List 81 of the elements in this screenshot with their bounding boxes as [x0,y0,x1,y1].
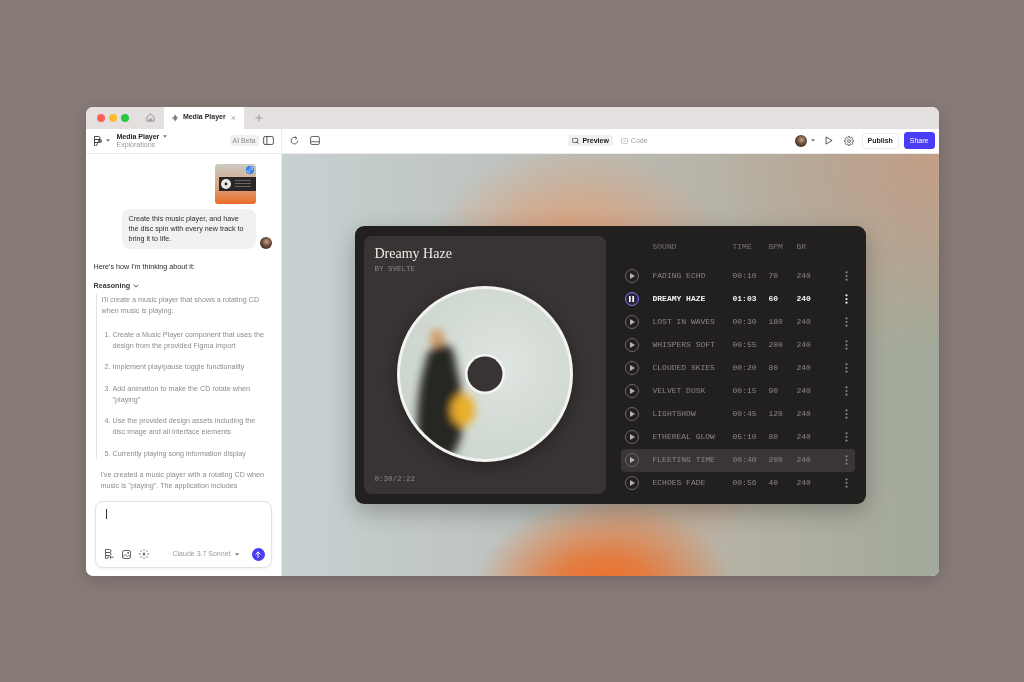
component-icon[interactable] [104,549,114,559]
track-title: FADING ECHO [652,270,707,282]
play-icon [629,480,635,486]
song-title: Dreamy Haze [374,246,453,261]
track-bitrate: 240 [796,431,812,443]
track-title: WHISPERS SOFT [652,339,716,351]
caret-icon[interactable] [163,135,168,138]
track-bitrate: 240 [796,454,812,466]
play-icon[interactable] [824,136,833,145]
track-bitrate: 240 [796,362,812,374]
track-bitrate: 240 [796,385,812,397]
logo-icon[interactable] [93,135,102,146]
track-bpm: 80 [768,362,780,374]
home-icon [146,113,155,122]
attachment-thumbnail-drawing[interactable] [214,163,256,204]
track-bpm: 60 [768,293,780,305]
column-header: BR [796,241,808,253]
track-duration: 00:40 [732,454,758,466]
track-duration: 00:56 [732,477,758,489]
track-title: LOST IN WAVES [652,316,716,328]
track-title: ECHOES FADE [652,477,707,489]
track-bitrate: 240 [796,339,812,351]
track-bpm: 80 [768,431,780,443]
arrow-up-icon [255,550,261,558]
track-bpm: 70 [768,270,780,282]
track-duration: 00:55 [732,339,758,351]
column-header: TIME [732,241,753,253]
image-icon[interactable] [121,549,131,559]
track-bpm: 200 [768,454,784,466]
track-duration: 05:10 [732,431,758,443]
play-icon [629,365,635,371]
refresh-icon[interactable] [289,136,299,145]
track-title: FLEETING TIME [652,454,716,466]
caret-icon[interactable] [810,139,815,142]
user-avatar [259,236,272,249]
track-bitrate: 240 [796,408,812,420]
track-bpm: 40 [768,477,780,489]
play-icon [629,319,635,325]
preview-icon [572,137,580,144]
caret-icon[interactable] [105,139,110,142]
column-header: SOUND [652,241,678,253]
play-icon [629,457,635,463]
track-bitrate: 240 [796,270,812,282]
link-badge-icon [245,165,254,174]
settings-icon[interactable] [843,135,854,146]
track-duration: 01:03 [732,293,758,305]
waveform-icon [171,113,178,122]
track-duration: 00:20 [732,362,758,374]
track-title: VELVET DUSK [652,385,707,397]
play-icon [629,342,635,348]
pause-button[interactable] [624,292,639,306]
sidebar-toggle-icon[interactable] [262,136,274,145]
track-title: ETHEREAL GLOW [652,431,716,443]
play-icon [629,388,635,394]
track-title: CLOUDED SKIES [652,362,716,374]
track-bitrate: 240 [796,316,812,328]
play-icon [629,434,635,440]
user-avatar[interactable] [794,134,807,147]
send-button[interactable] [251,547,265,561]
track-bpm: 180 [768,316,784,328]
more-options-icon[interactable] [845,294,848,304]
play-icon [629,411,635,417]
track-bpm: 120 [768,408,784,420]
bottom-panel-icon[interactable] [309,136,320,145]
caret-icon [234,552,239,556]
track-duration: 00:10 [732,270,758,282]
track-bitrate: 240 [796,293,812,305]
track-duration: 00:15 [732,385,758,397]
sparkle-icon[interactable] [138,549,149,559]
column-header: BPM [768,241,784,253]
track-title: LIGHTSHOW [652,408,697,420]
track-duration: 00:30 [732,316,758,328]
play-icon [629,273,635,279]
track-bpm: 90 [768,385,780,397]
pause-icon [629,296,634,302]
track-bitrate: 240 [796,477,812,489]
text-cursor [105,508,107,519]
track-duration: 00:45 [732,408,758,420]
track-title: DREAMY HAZE [652,293,707,305]
code-icon [620,137,628,144]
track-bpm: 200 [768,339,784,351]
